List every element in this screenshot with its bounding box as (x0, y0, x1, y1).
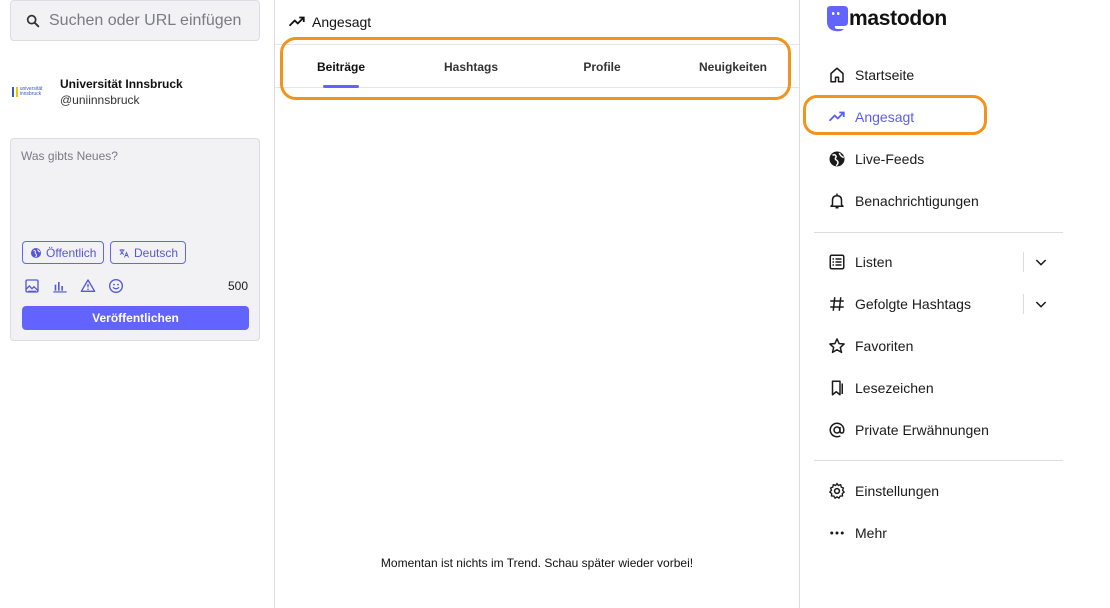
hashtag-icon (830, 297, 844, 311)
trending-icon (288, 16, 305, 27)
list-icon (829, 254, 845, 270)
nav-item-live-feeds[interactable]: Live-Feeds (828, 144, 924, 174)
visibility-label: Öffentlich (46, 245, 97, 260)
nav-item-gefolgte-hashtags[interactable]: Gefolgte Hashtags (828, 289, 971, 319)
translate-icon (119, 248, 129, 258)
nav-label: Live-Feeds (855, 151, 925, 167)
tab-neuigkeiten[interactable]: Neuigkeiten (683, 45, 783, 88)
nav-item-listen[interactable]: Listen (828, 247, 892, 277)
mastodon-icon (827, 6, 848, 32)
trending-icon (828, 111, 845, 122)
nav-item-lesezeichen[interactable]: Lesezeichen (828, 373, 934, 403)
nav-label: Private Erwähnungen (855, 422, 989, 438)
globe-icon (829, 151, 845, 167)
empty-message: Momentan ist nichts im Trend. Schau spät… (380, 556, 694, 570)
globe-icon (31, 247, 41, 258)
poll-icon (53, 282, 67, 293)
search-box[interactable] (10, 0, 260, 41)
search-input[interactable] (49, 11, 249, 30)
star-icon (829, 338, 845, 354)
nav-label: Gefolgte Hashtags (855, 296, 971, 312)
chevron-down-icon[interactable] (1033, 254, 1049, 270)
warning-icon (80, 279, 96, 292)
search-icon (26, 14, 40, 27)
nav-item-benachrichtigungen[interactable]: Benachrichtigungen (828, 186, 979, 216)
nav-item-mehr[interactable]: Mehr (828, 518, 887, 548)
compose-form: Öffentlich Deutsch 500 Veröffentlichen (10, 138, 260, 341)
nav-label: Lesezeichen (855, 380, 934, 396)
tab-beitraege[interactable]: Beiträge (294, 45, 388, 88)
tab-profile[interactable]: Profile (557, 45, 647, 88)
at-icon (829, 422, 845, 438)
tab-hashtags[interactable]: Hashtags (425, 45, 517, 88)
add-media-button[interactable] (23, 277, 41, 295)
nav-item-einstellungen[interactable]: Einstellungen (828, 476, 939, 506)
tab-bar: Beiträge Hashtags Profile Neuigkeiten (275, 44, 799, 88)
nav-item-favoriten[interactable]: Favoriten (828, 331, 913, 361)
nav-divider (814, 460, 1063, 461)
account-name: Universität Innsbruck (60, 76, 183, 91)
home-icon (830, 67, 844, 83)
language-label: Deutsch (134, 245, 179, 260)
nav-label: Einstellungen (855, 483, 940, 499)
nav-item-private-erwaehnungen[interactable]: Private Erwähnungen (828, 415, 989, 445)
character-counter: 500 (227, 279, 248, 293)
nav-item-angesagt[interactable]: Angesagt (828, 102, 914, 132)
nav-label: Mehr (855, 525, 887, 541)
page-title: Angesagt (312, 14, 372, 30)
account-avatar: universität innsbruck (12, 82, 48, 102)
nav-separator (1023, 294, 1024, 314)
nav-label: Startseite (855, 67, 915, 83)
chevron-down-icon[interactable] (1033, 296, 1049, 312)
account-logo-text: universität innsbruck (19, 86, 43, 97)
content-warning-button[interactable] (79, 277, 97, 295)
more-icon (830, 531, 844, 535)
nav-label: Angesagt (855, 109, 915, 125)
image-icon (25, 279, 39, 293)
language-button[interactable]: Deutsch (110, 241, 187, 264)
publish-button[interactable]: Veröffentlichen (22, 306, 249, 330)
emoji-icon (109, 279, 123, 293)
nav-divider (814, 232, 1063, 233)
add-poll-button[interactable] (51, 277, 69, 295)
emoji-button[interactable] (107, 277, 125, 295)
nav-separator (1023, 252, 1024, 272)
nav-label: Benachrichtigungen (855, 193, 979, 209)
nav-label: Listen (855, 254, 893, 270)
nav-label: Favoriten (855, 338, 914, 354)
mastodon-logo[interactable]: mastodon (824, 5, 947, 33)
visibility-button[interactable]: Öffentlich (22, 241, 105, 264)
bell-icon (830, 193, 844, 209)
account-card[interactable]: universität innsbruck Universität Innsbr… (12, 72, 260, 112)
nav-item-startseite[interactable]: Startseite (828, 60, 914, 90)
trending-column: Angesagt Beiträge Hashtags Profile Neuig… (274, 0, 800, 608)
column-header[interactable]: Angesagt (275, 0, 799, 44)
bookmark-icon (831, 380, 843, 396)
account-handle: @uniinnsbruck (60, 92, 140, 107)
gear-icon (829, 482, 845, 499)
compose-textarea[interactable] (21, 149, 249, 234)
brand-name: mastodon (849, 7, 947, 30)
